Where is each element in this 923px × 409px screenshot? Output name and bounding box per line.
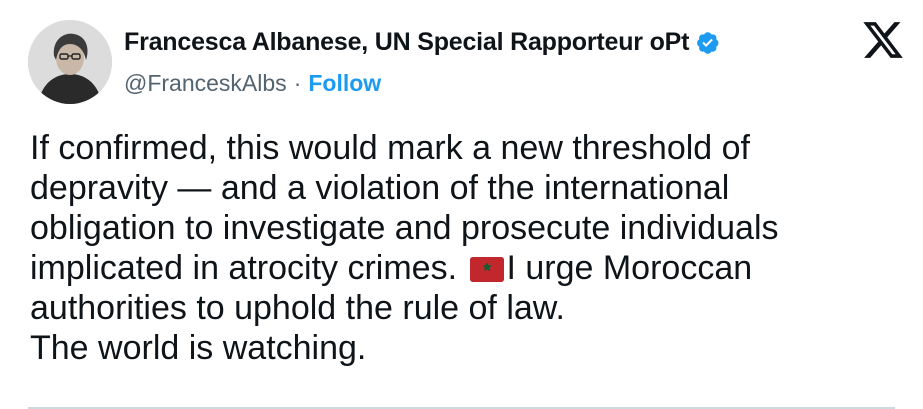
tweet-line-1: If confirmed, this would mark a new thre… xyxy=(30,129,750,167)
author-display-name[interactable]: Francesca Albanese, UN Special Rapporteu… xyxy=(124,28,689,57)
tweet-line-3: obligation to investigate and prosecute … xyxy=(30,209,779,247)
tweet-line-4: implicated in atrocity crimes. I urge Mo… xyxy=(30,248,890,288)
tweet-line-4-text: implicated in atrocity crimes. xyxy=(30,249,467,287)
author-handle[interactable]: @FranceskAlbs xyxy=(124,70,287,97)
tweet-line-6: The world is watching. xyxy=(30,329,367,367)
author-handle-row: @FranceskAlbs · Follow xyxy=(124,66,381,100)
tweet-line-2: depravity — and a violation of the inter… xyxy=(30,169,730,207)
follow-button[interactable]: Follow xyxy=(308,70,381,97)
tweet-card: Francesca Albanese, UN Special Rapporteu… xyxy=(0,0,923,409)
author-name-row: Francesca Albanese, UN Special Rapporteu… xyxy=(124,24,720,60)
morocco-flag-icon xyxy=(470,257,505,282)
avatar-photo-icon xyxy=(28,20,112,104)
tweet-text: If confirmed, this would mark a new thre… xyxy=(30,128,890,368)
avatar[interactable] xyxy=(28,20,112,104)
tweet-line-5: authorities to uphold the rule of law. xyxy=(30,289,565,327)
verified-badge-icon xyxy=(695,30,720,55)
tweet-line-4-continued: I urge Moroccan xyxy=(506,249,753,287)
x-logo-icon[interactable] xyxy=(861,18,905,62)
separator-dot: · xyxy=(293,69,302,96)
